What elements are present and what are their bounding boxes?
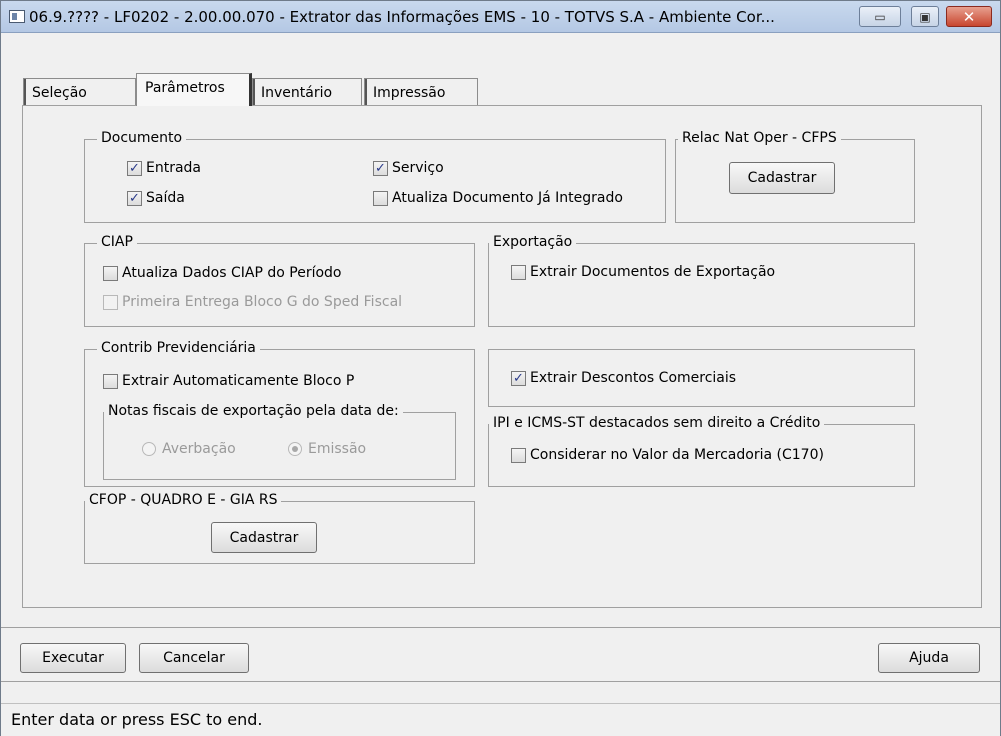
parametros-panel: Documento ✓ Entrada ✓ Saída ✓ Serviço At…	[22, 105, 982, 608]
emissao-radio[interactable]: Emissão	[288, 441, 366, 457]
executar-button[interactable]: Executar	[20, 643, 126, 673]
primeira-entrega-checkbox[interactable]: Primeira Entrega Bloco G do Sped Fiscal	[103, 294, 402, 310]
emissao-label: Emissão	[308, 441, 367, 457]
exportacao-legend: Exportação	[489, 234, 577, 250]
emissao-radio-circle[interactable]	[288, 442, 302, 456]
extrair-exportacao-checkbox[interactable]: Extrair Documentos de Exportação	[511, 264, 775, 280]
cfop-group: CFOP - QUADRO E - GIA RS Cadastrar	[84, 492, 475, 564]
notas-fiscais-group: Notas fiscais de exportação pela data de…	[103, 403, 456, 480]
averbacao-radio-circle[interactable]	[142, 442, 156, 456]
considerar-valor-checkbox[interactable]: Considerar no Valor da Mercadoria (C170)	[511, 447, 824, 463]
app-window: 06.9.???? - LF0202 - 2.00.00.070 - Extra…	[0, 0, 1001, 736]
atualiza-ciap-checkbox[interactable]: Atualiza Dados CIAP do Período	[103, 265, 341, 281]
entrada-checkbox[interactable]: ✓ Entrada	[127, 160, 201, 176]
window-title: 06.9.???? - LF0202 - 2.00.00.070 - Extra…	[29, 8, 775, 26]
extrair-exportacao-check-box[interactable]	[511, 264, 526, 280]
atualiza-ciap-check-box[interactable]	[103, 265, 118, 281]
app-icon	[9, 10, 25, 23]
descontos-group: ✓ Extrair Descontos Comerciais	[488, 349, 915, 407]
atualiza-documento-check-box[interactable]	[373, 190, 388, 206]
tab-selecao[interactable]: Seleção	[23, 78, 136, 105]
averbacao-label: Averbação	[162, 441, 236, 457]
relac-nat-oper-legend: Relac Nat Oper - CFPS	[678, 130, 841, 146]
status-text: Enter data or press ESC to end.	[11, 710, 263, 729]
relac-cadastrar-button[interactable]: Cadastrar	[729, 162, 835, 194]
tab-parametros[interactable]: Parâmetros	[136, 73, 252, 106]
ciap-group: CIAP Atualiza Dados CIAP do Período Prim…	[84, 234, 475, 327]
close-button[interactable]: ✕	[946, 6, 992, 27]
extrair-descontos-label: Extrair Descontos Comerciais	[530, 370, 737, 386]
saida-checkbox[interactable]: ✓ Saída	[127, 190, 185, 206]
extrair-descontos-check-box[interactable]: ✓	[511, 370, 526, 386]
primeira-entrega-label: Primeira Entrega Bloco G do Sped Fiscal	[122, 294, 403, 310]
cfop-legend: CFOP - QUADRO E - GIA RS	[85, 492, 282, 508]
cfop-cadastrar-button[interactable]: Cadastrar	[211, 522, 317, 553]
atualiza-documento-checkbox[interactable]: Atualiza Documento Já Integrado	[373, 190, 623, 206]
ajuda-button[interactable]: Ajuda	[878, 643, 980, 673]
extrair-bloco-p-checkbox[interactable]: Extrair Automaticamente Bloco P	[103, 373, 354, 389]
entrada-check-box[interactable]: ✓	[127, 160, 142, 176]
tab-inventario[interactable]: Inventário	[252, 78, 362, 105]
averbacao-radio[interactable]: Averbação	[142, 441, 236, 457]
minimize-button[interactable]: ▭	[859, 6, 901, 27]
extrair-bloco-p-label: Extrair Automaticamente Bloco P	[122, 373, 355, 389]
action-bar: Executar Cancelar Ajuda	[1, 627, 1000, 682]
tab-impressao[interactable]: Impressão	[364, 78, 478, 105]
saida-check-box[interactable]: ✓	[127, 190, 142, 206]
extrair-exportacao-label: Extrair Documentos de Exportação	[530, 264, 776, 280]
extrair-descontos-checkbox[interactable]: ✓ Extrair Descontos Comerciais	[511, 370, 736, 386]
exportacao-group: Exportação Extrair Documentos de Exporta…	[488, 234, 915, 327]
ipi-icms-legend: IPI e ICMS-ST destacados sem direito a C…	[489, 415, 825, 431]
atualiza-ciap-label: Atualiza Dados CIAP do Período	[122, 265, 342, 281]
documento-group: Documento ✓ Entrada ✓ Saída ✓ Serviço At…	[84, 130, 666, 223]
cancelar-button[interactable]: Cancelar	[139, 643, 249, 673]
contrib-previdenciaria-group: Contrib Previdenciária Extrair Automatic…	[84, 340, 475, 487]
ciap-legend: CIAP	[97, 234, 137, 250]
servico-label: Serviço	[392, 160, 444, 176]
considerar-valor-check-box[interactable]	[511, 447, 526, 463]
servico-check-box[interactable]: ✓	[373, 160, 388, 176]
status-bar: Enter data or press ESC to end.	[1, 703, 1000, 736]
relac-nat-oper-group: Relac Nat Oper - CFPS Cadastrar	[675, 130, 915, 223]
documento-legend: Documento	[97, 130, 187, 146]
maximize-button[interactable]: ▣	[911, 6, 939, 27]
saida-label: Saída	[146, 190, 185, 206]
servico-checkbox[interactable]: ✓ Serviço	[373, 160, 444, 176]
title-bar: 06.9.???? - LF0202 - 2.00.00.070 - Extra…	[1, 1, 1000, 33]
primeira-entrega-check-box[interactable]	[103, 294, 118, 310]
entrada-label: Entrada	[146, 160, 202, 176]
contrib-previdenciaria-legend: Contrib Previdenciária	[97, 340, 260, 356]
ipi-icms-group: IPI e ICMS-ST destacados sem direito a C…	[488, 415, 915, 487]
notas-fiscais-legend: Notas fiscais de exportação pela data de…	[104, 403, 403, 419]
atualiza-documento-label: Atualiza Documento Já Integrado	[392, 190, 623, 206]
extrair-bloco-p-check-box[interactable]	[103, 373, 118, 389]
considerar-valor-label: Considerar no Valor da Mercadoria (C170)	[530, 447, 824, 463]
